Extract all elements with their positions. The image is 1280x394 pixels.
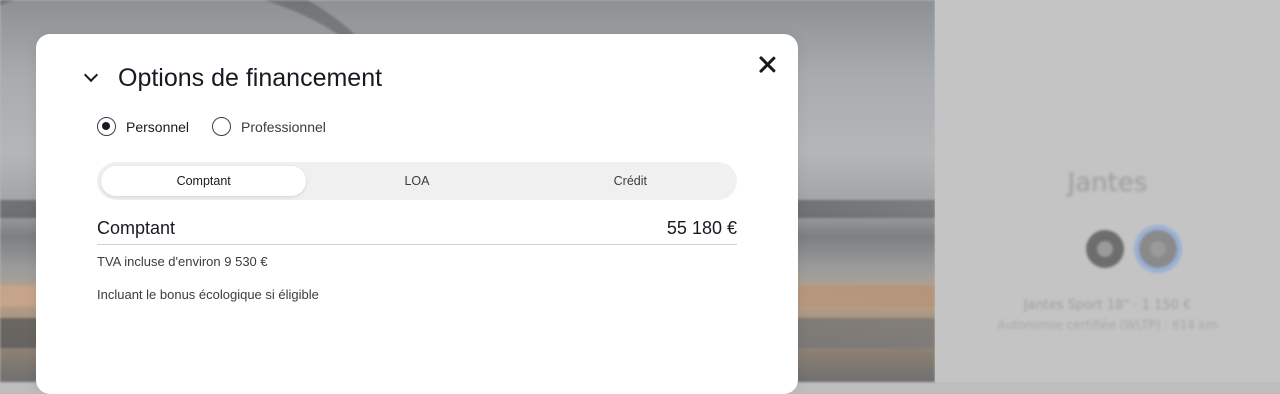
tab-comptant[interactable]: Comptant (101, 166, 307, 196)
wheels-section-title: Jantes (1067, 168, 1148, 198)
customer-type-radio-group: Personnel Professionnel (97, 117, 349, 136)
radio-professionnel[interactable]: Professionnel (212, 117, 326, 136)
range-info: Autonomie certifiée (WLTP) : 614 km (997, 318, 1218, 332)
radio-unchecked-icon[interactable] (212, 117, 232, 136)
financing-modal: Options de financement Personnel Profess… (36, 34, 798, 394)
tab-loa[interactable]: LOA (314, 166, 519, 196)
configurator-panel: Jantes Jantes Sport 18" · 1 150 € Autono… (935, 0, 1280, 382)
close-icon[interactable] (754, 52, 780, 78)
wheel-icon (1150, 241, 1166, 257)
wheel-option-name: Jantes Sport 18" · 1 150 € (1023, 298, 1192, 313)
radio-label: Personnel (126, 118, 190, 135)
wheel-option[interactable] (1086, 230, 1124, 268)
chevron-down-icon[interactable] (86, 70, 98, 82)
bonus-note: Incluant le bonus écologique si éligible (97, 287, 319, 302)
radio-personnel[interactable]: Personnel (97, 117, 189, 136)
vat-note: TVA incluse d'environ 9 530 € (97, 254, 268, 269)
radio-checked-icon[interactable] (97, 117, 116, 136)
price-row: Comptant 55 180 € (97, 212, 737, 245)
modal-header: Options de financement (86, 64, 382, 93)
modal-title: Options de financement (118, 64, 383, 92)
price-label: Comptant (97, 217, 176, 238)
tab-credit[interactable]: Crédit (528, 166, 733, 196)
payment-tabs: Comptant LOA Crédit (97, 162, 737, 200)
wheel-icon (1097, 241, 1113, 257)
wheel-option-selected[interactable] (1139, 230, 1177, 268)
radio-label: Professionnel (241, 118, 326, 135)
price-value: 55 180 € (666, 217, 737, 238)
